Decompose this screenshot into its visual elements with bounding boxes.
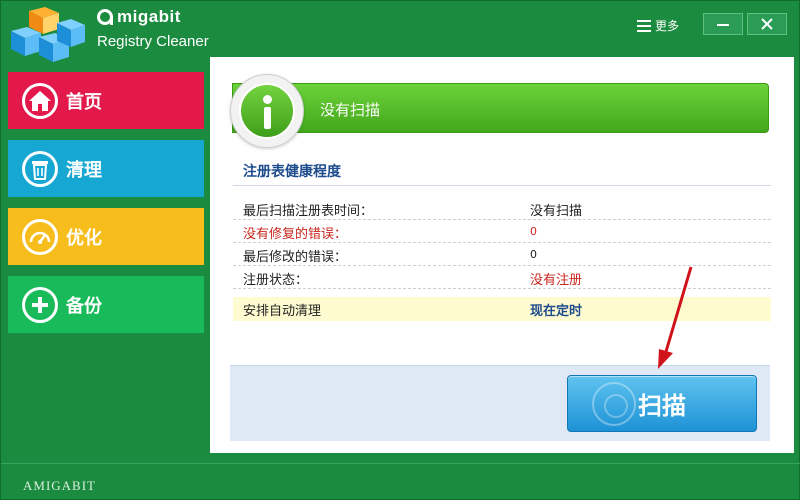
brand-name: migabit [117,7,181,26]
row-value: 0 [530,248,537,261]
schedule-now-link[interactable]: 现在定时 [530,300,582,319]
schedule-label: 安排自动清理 [243,304,322,319]
scan-button-label: 扫描 [638,392,686,420]
more-menu-button[interactable]: 更多 [637,17,679,34]
gauge-icon [22,218,58,255]
close-icon [761,18,773,30]
sidebar-item-clean[interactable]: 清理 [8,140,204,197]
close-button[interactable] [747,13,787,35]
more-label: 更多 [655,19,680,33]
table-row: 没有修复的错误： 0 [233,220,771,243]
row-label: 注册状态： [243,273,309,288]
home-icon [22,82,58,119]
row-value: 没有扫描 [530,204,583,219]
sidebar-item-home[interactable]: 首页 [8,72,204,129]
main-panel: 没有扫描 注册表健康程度 最后扫描注册表时间： 没有扫描 没有修复的错误： 0 … [210,57,794,453]
divider [233,185,771,186]
row-label: 最后扫描注册表时间： [243,204,374,219]
menu-icon [637,19,651,32]
radar-icon [592,382,636,426]
brand-logo: migabit [97,7,181,27]
sidebar-item-label: 清理 [66,159,102,181]
table-row: 最后修改的错误： 0 [233,243,771,266]
status-banner: 没有扫描 [232,83,769,133]
title-bar: migabit Registry Cleaner 更多 [1,1,800,63]
product-name: Registry Cleaner [97,33,209,50]
health-title: 注册表健康程度 [243,164,341,180]
status-banner-text: 没有扫描 [320,101,381,119]
schedule-row: 安排自动清理 现在定时 [233,297,771,321]
plus-circle-icon [22,286,58,323]
health-table: 最后扫描注册表时间： 没有扫描 没有修复的错误： 0 最后修改的错误： 0 注册… [233,197,771,321]
amigabit-a-icon [97,9,113,25]
row-label: 最后修改的错误： [243,250,348,265]
minimize-button[interactable] [703,13,743,35]
trash-icon [22,150,58,187]
register-status-link[interactable]: 没有注册 [530,269,582,288]
sidebar-item-label: 首页 [66,91,102,113]
table-row: 最后扫描注册表时间： 没有扫描 [233,197,771,220]
footer-brand: AMIGABIT [23,478,96,493]
info-icon [230,74,304,148]
row-label: 没有修复的错误： [243,227,348,242]
footer: AMIGABIT [1,463,800,500]
sidebar-item-backup[interactable]: 备份 [8,276,204,333]
scan-area: 扫描 [230,365,770,441]
minimize-icon [717,24,729,26]
sidebar: 首页 清理 优化 备份 [8,72,204,344]
cubes-logo-icon [11,7,85,62]
sidebar-item-label: 优化 [66,227,102,249]
table-row: 注册状态： 没有注册 [233,266,771,289]
app-window: migabit Registry Cleaner 更多 首页 清理 优化 备份 … [0,0,800,500]
sidebar-item-label: 备份 [66,295,102,317]
sidebar-item-optimize[interactable]: 优化 [8,208,204,265]
row-value: 0 [530,225,537,238]
scan-button[interactable]: 扫描 [567,375,757,432]
